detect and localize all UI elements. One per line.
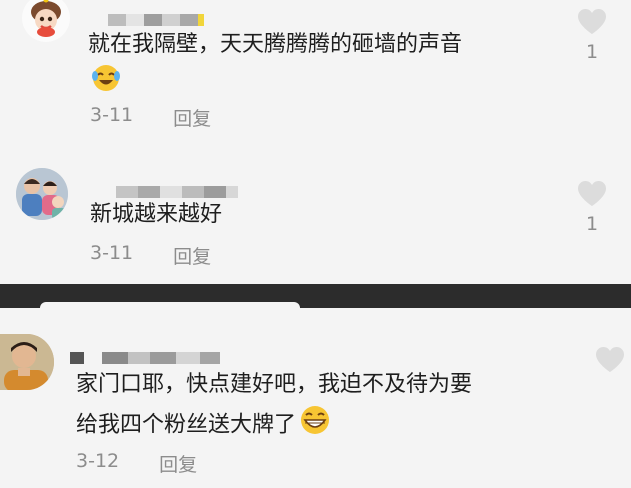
screenshot-divider bbox=[0, 284, 631, 308]
comment-panel-top: 就在我隔壁，天天腾腾腾的砸墙的声音 3-11 回复 1 新城越来越好 3-11 … bbox=[0, 0, 631, 284]
comment-meta: 3-11 回复 bbox=[90, 242, 211, 269]
comment-text: 就在我隔壁，天天腾腾腾的砸墙的声音 bbox=[88, 32, 463, 57]
family-photo-avatar-icon bbox=[16, 168, 68, 220]
avatar[interactable] bbox=[16, 168, 68, 220]
man-photo-avatar-icon bbox=[0, 334, 54, 390]
username-blurred[interactable] bbox=[116, 186, 238, 198]
reply-button[interactable]: 回复 bbox=[173, 242, 211, 269]
comment-date: 3-11 bbox=[90, 104, 134, 126]
like-button[interactable] bbox=[586, 346, 631, 373]
comment-item: 就在我隔壁，天天腾腾腾的砸墙的声音 3-11 回复 1 bbox=[0, 0, 631, 140]
comment-text: 新城越来越好 bbox=[90, 202, 223, 227]
username-blurred[interactable] bbox=[108, 14, 204, 26]
comment-date: 3-11 bbox=[90, 242, 134, 264]
like-count: 1 bbox=[585, 213, 599, 235]
laughing-crying-emoji-icon bbox=[90, 62, 122, 98]
comment-text-line-2: 给我四个粉丝送大牌了 bbox=[76, 404, 332, 447]
cartoon-avatar-icon bbox=[22, 0, 70, 42]
heart-icon bbox=[596, 347, 624, 372]
like-button[interactable]: 1 bbox=[568, 8, 616, 63]
avatar[interactable] bbox=[22, 0, 70, 42]
grinning-emoji-icon bbox=[298, 404, 332, 447]
avatar[interactable] bbox=[0, 334, 54, 390]
comment-text-line-1: 家门口耶，快点建好吧，我迫不及待为要 bbox=[76, 372, 473, 397]
username-blurred[interactable] bbox=[70, 352, 220, 364]
heart-icon bbox=[578, 181, 606, 206]
comment-item: 家门口耶，快点建好吧，我迫不及待为要 给我四个粉丝送大牌了 3-12 回复 bbox=[0, 308, 631, 488]
like-button[interactable]: 1 bbox=[568, 180, 616, 235]
comment-meta: 3-11 回复 bbox=[90, 104, 211, 131]
comment-panel-bottom: 家门口耶，快点建好吧，我迫不及待为要 给我四个粉丝送大牌了 3-12 回复 bbox=[0, 308, 631, 488]
comment-item: 新城越来越好 3-11 回复 1 bbox=[0, 150, 631, 284]
reply-button[interactable]: 回复 bbox=[159, 450, 197, 477]
heart-icon bbox=[578, 9, 606, 34]
comment-date: 3-12 bbox=[76, 450, 120, 472]
reply-button[interactable]: 回复 bbox=[173, 104, 211, 131]
like-count: 1 bbox=[585, 41, 599, 63]
comment-meta: 3-12 回复 bbox=[76, 450, 197, 477]
